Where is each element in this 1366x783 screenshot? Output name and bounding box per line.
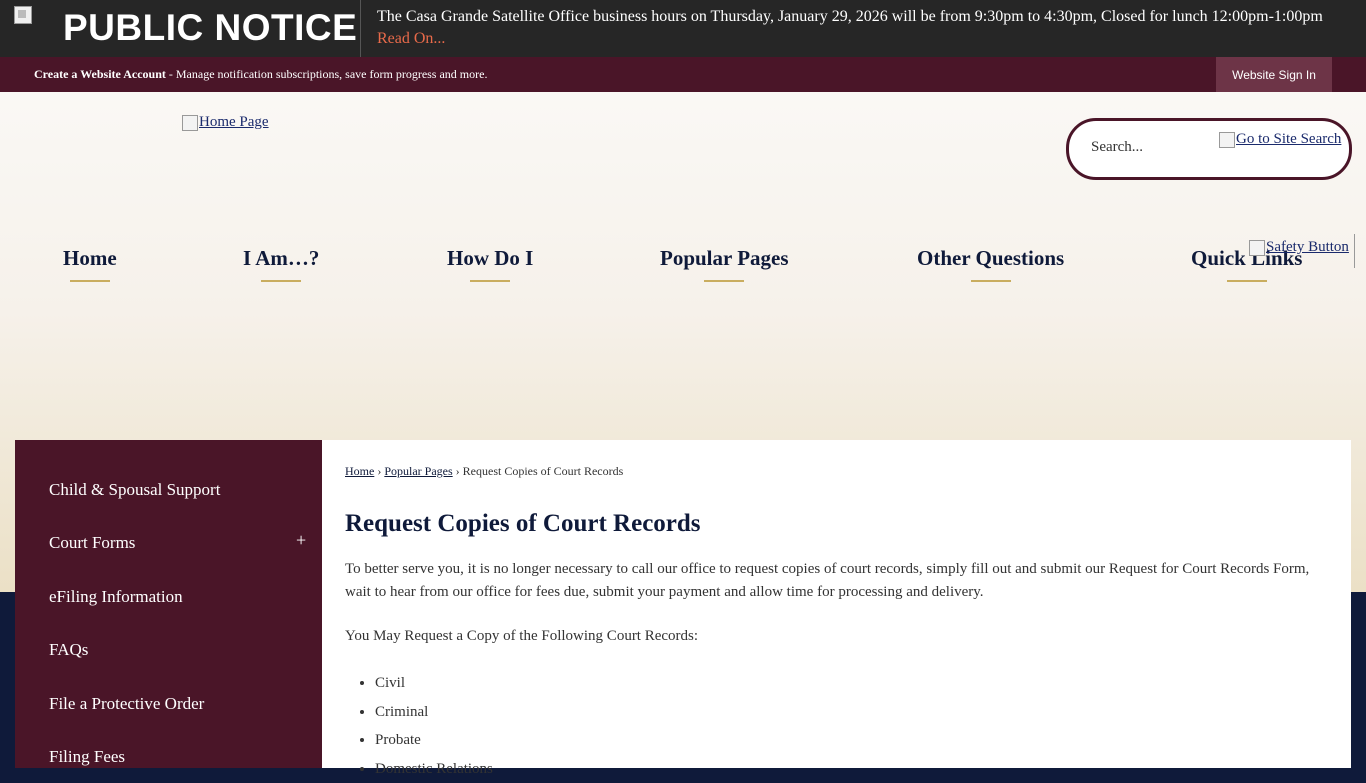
public-notice-bar: PUBLIC NOTICE The Casa Grande Satellite …: [0, 0, 1366, 57]
safety-icon: [1249, 240, 1265, 256]
divider: [1354, 234, 1355, 268]
account-bar: Create a Website Account - Manage notifi…: [0, 57, 1366, 92]
nav-popular-pages[interactable]: Popular Pages: [660, 246, 789, 282]
nav-i-am-label: I Am…?: [243, 246, 319, 270]
sidebar: Child & Spousal Support Court Forms + eF…: [15, 440, 322, 768]
main-nav: Home I Am…? How Do I Popular Pages Other…: [0, 246, 1366, 286]
nav-how-do-i[interactable]: How Do I: [447, 246, 533, 282]
broken-image-icon: [182, 115, 198, 131]
notice-divider: [360, 0, 361, 57]
sidebar-item-child-spousal-support[interactable]: Child & Spousal Support: [49, 480, 220, 500]
search-icon: [1219, 132, 1235, 148]
nav-other-questions-label: Other Questions: [917, 246, 1064, 270]
list-item: Civil: [375, 669, 493, 698]
notice-text: The Casa Grande Satellite Office busines…: [377, 7, 1323, 27]
breadcrumb-current: Request Copies of Court Records: [463, 464, 624, 478]
nav-underline: [261, 280, 301, 282]
account-bar-text: Create a Website Account - Manage notifi…: [34, 67, 487, 82]
alert-icon: [14, 6, 32, 24]
expand-icon[interactable]: +: [296, 530, 306, 551]
breadcrumb: Home › Popular Pages › Request Copies of…: [345, 464, 623, 479]
breadcrumb-separator: ›: [456, 464, 460, 478]
list-item: Criminal: [375, 698, 493, 727]
read-on-link[interactable]: Read On...: [377, 30, 445, 48]
website-sign-in-button[interactable]: Website Sign In: [1216, 57, 1332, 92]
breadcrumb-popular-pages[interactable]: Popular Pages: [384, 464, 452, 478]
list-item: Domestic Relations: [375, 755, 493, 783]
site-search: Go to Site Search: [1066, 118, 1352, 180]
home-page-link-text: Home Page: [199, 114, 269, 131]
safety-button[interactable]: Safety Button: [1249, 239, 1349, 256]
search-input[interactable]: [1089, 138, 1213, 157]
nav-i-am[interactable]: I Am…?: [243, 246, 319, 282]
breadcrumb-separator: ›: [377, 464, 381, 478]
account-bar-description: - Manage notification subscriptions, sav…: [166, 67, 488, 81]
sidebar-item-faqs[interactable]: FAQs: [49, 640, 88, 660]
nav-how-do-i-label: How Do I: [447, 246, 533, 270]
nav-underline: [470, 280, 510, 282]
nav-other-questions[interactable]: Other Questions: [917, 246, 1064, 282]
nav-underline: [1227, 280, 1267, 282]
sidebar-item-filing-fees[interactable]: Filing Fees: [49, 747, 125, 767]
page-title: Request Copies of Court Records: [345, 510, 701, 538]
breadcrumb-home[interactable]: Home: [345, 464, 374, 478]
create-account-link[interactable]: Create a Website Account: [34, 67, 166, 81]
sidebar-item-efiling-information[interactable]: eFiling Information: [49, 587, 183, 607]
nav-home-label: Home: [63, 246, 117, 270]
list-item: Probate: [375, 726, 493, 755]
search-button-text: Go to Site Search: [1236, 131, 1341, 148]
nav-home[interactable]: Home: [63, 246, 117, 282]
nav-underline: [70, 280, 110, 282]
search-button[interactable]: Go to Site Search: [1219, 131, 1341, 148]
sidebar-item-file-protective-order[interactable]: File a Protective Order: [49, 694, 204, 714]
sidebar-item-court-forms[interactable]: Court Forms: [49, 533, 135, 553]
home-page-logo-link[interactable]: Home Page: [182, 114, 269, 131]
notice-title: PUBLIC NOTICE: [63, 6, 357, 50]
nav-underline: [704, 280, 744, 282]
main-content: Home › Popular Pages › Request Copies of…: [322, 440, 1351, 768]
nav-underline: [971, 280, 1011, 282]
list-heading: You May Request a Copy of the Following …: [345, 625, 1330, 648]
safety-button-text: Safety Button: [1266, 239, 1349, 256]
records-list: Civil Criminal Probate Domestic Relation…: [345, 669, 493, 783]
intro-paragraph: To better serve you, it is no longer nec…: [345, 558, 1330, 604]
nav-popular-pages-label: Popular Pages: [660, 246, 789, 270]
